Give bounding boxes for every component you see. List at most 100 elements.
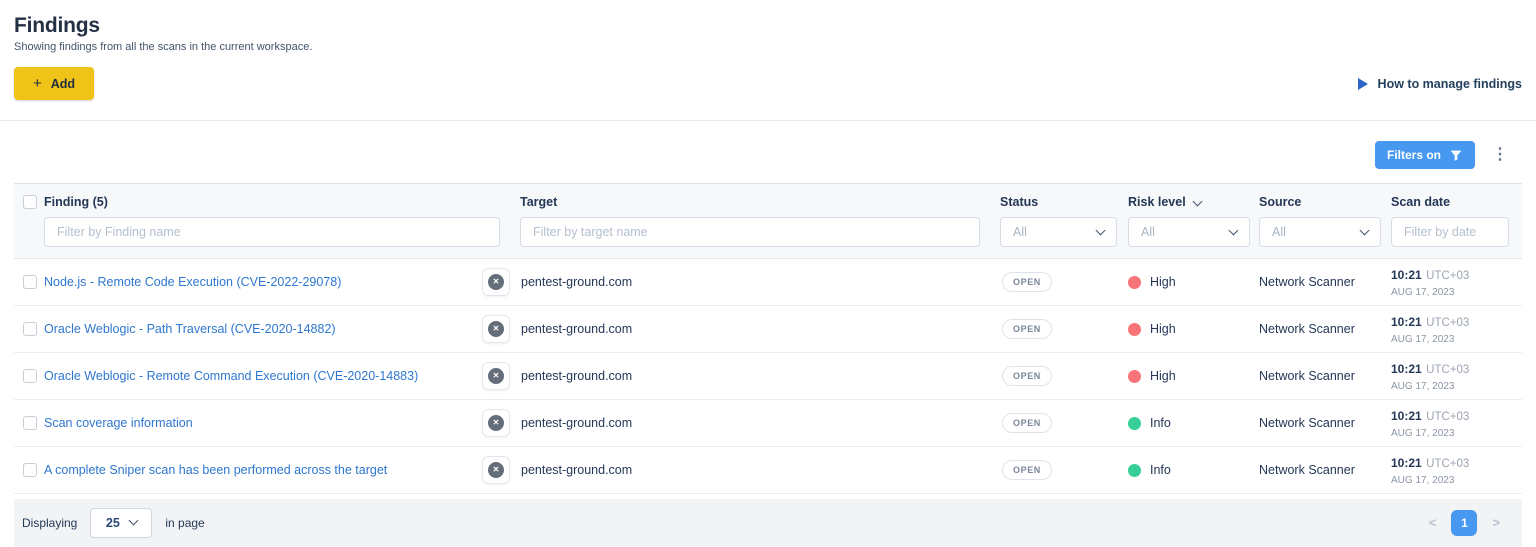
source-filter-value: All xyxy=(1272,225,1286,239)
kebab-menu-icon[interactable]: ⋮ xyxy=(1488,147,1512,163)
scan-date-cell: 10:21 UTC+03 AUG 17, 2023 xyxy=(1391,451,1522,489)
play-icon xyxy=(1358,78,1368,90)
target-name: pentest-ground.com xyxy=(521,416,632,430)
scan-timezone: UTC+03 xyxy=(1426,364,1469,376)
help-link[interactable]: How to manage findings xyxy=(1358,77,1522,91)
risk-dot xyxy=(1128,464,1141,477)
circle-x-icon: ✕ xyxy=(488,462,504,478)
finding-link[interactable]: Oracle Weblogic - Remote Command Executi… xyxy=(44,369,482,383)
status-badge: OPEN xyxy=(1002,319,1052,339)
scan-date-cell: 10:21 UTC+03 AUG 17, 2023 xyxy=(1391,404,1522,442)
target-cell: ✕ pentest-ground.com xyxy=(482,315,1000,343)
risk-cell: High xyxy=(1128,322,1259,336)
table-toolbar: Filters on ⋮ xyxy=(0,121,1536,183)
circle-x-icon: ✕ xyxy=(488,415,504,431)
filters-button-label: Filters on xyxy=(1387,148,1441,162)
chevron-down-icon xyxy=(1360,225,1370,235)
row-checkbox[interactable] xyxy=(23,416,37,430)
chevron-down-icon xyxy=(128,516,138,526)
page-size-control: Displaying 25 in page xyxy=(22,508,205,538)
risk-dot xyxy=(1128,417,1141,430)
filter-funnel-icon xyxy=(1449,149,1463,162)
page-size-select[interactable]: 25 xyxy=(90,508,152,538)
source-cell: Network Scanner xyxy=(1259,369,1391,383)
risk-filter-value: All xyxy=(1141,225,1155,239)
source-filter-select[interactable]: All xyxy=(1259,217,1381,247)
scan-timezone: UTC+03 xyxy=(1426,411,1469,423)
date-filter-input[interactable] xyxy=(1391,217,1509,247)
finding-link[interactable]: Scan coverage information xyxy=(44,416,482,430)
table-row: Scan coverage information ✕ pentest-grou… xyxy=(14,400,1522,447)
finding-link[interactable]: A complete Sniper scan has been performe… xyxy=(44,463,482,477)
scan-day: AUG 17, 2023 xyxy=(1391,333,1522,348)
target-name: pentest-ground.com xyxy=(521,463,632,477)
finding-link[interactable]: Oracle Weblogic - Path Traversal (CVE-20… xyxy=(44,322,482,336)
page-size-value: 25 xyxy=(106,516,120,530)
table-head: Finding (5) Target Status Risk level Sou… xyxy=(14,183,1522,259)
help-link-label: How to manage findings xyxy=(1378,77,1522,91)
table-footer: Displaying 25 in page < 1 > xyxy=(14,499,1522,546)
in-page-label: in page xyxy=(165,516,204,530)
status-filter-select[interactable]: All xyxy=(1000,217,1117,247)
page-number-button[interactable]: 1 xyxy=(1451,510,1477,536)
chevron-down-icon xyxy=(1229,225,1239,235)
scan-timezone: UTC+03 xyxy=(1426,270,1469,282)
risk-label: Info xyxy=(1150,416,1171,430)
finding-filter-input[interactable] xyxy=(44,217,500,247)
status-badge: OPEN xyxy=(1002,272,1052,292)
source-cell: Network Scanner xyxy=(1259,463,1391,477)
scan-day: AUG 17, 2023 xyxy=(1391,286,1522,301)
target-type-badge[interactable]: ✕ xyxy=(482,409,510,437)
target-cell: ✕ pentest-ground.com xyxy=(482,268,1000,296)
source-cell: Network Scanner xyxy=(1259,322,1391,336)
actions-row: + Add How to manage findings xyxy=(0,53,1536,120)
chevron-down-icon xyxy=(1096,225,1106,235)
target-type-badge[interactable]: ✕ xyxy=(482,268,510,296)
column-target: Target xyxy=(520,195,1000,209)
scan-timezone: UTC+03 xyxy=(1426,317,1469,329)
add-button-label: Add xyxy=(51,77,75,91)
status-badge: OPEN xyxy=(1002,366,1052,386)
risk-dot xyxy=(1128,276,1141,289)
findings-table: Finding (5) Target Status Risk level Sou… xyxy=(14,183,1522,494)
target-name: pentest-ground.com xyxy=(521,322,632,336)
row-checkbox[interactable] xyxy=(23,369,37,383)
target-filter-input[interactable] xyxy=(520,217,980,247)
source-cell: Network Scanner xyxy=(1259,275,1391,289)
filters-button[interactable]: Filters on xyxy=(1375,141,1475,169)
scan-time: 10:21 xyxy=(1391,456,1422,470)
scan-date-cell: 10:21 UTC+03 AUG 17, 2023 xyxy=(1391,310,1522,348)
scan-time: 10:21 xyxy=(1391,362,1422,376)
risk-label: Info xyxy=(1150,463,1171,477)
risk-dot xyxy=(1128,323,1141,336)
row-checkbox[interactable] xyxy=(23,275,37,289)
scan-time: 10:21 xyxy=(1391,268,1422,282)
page-title: Findings xyxy=(14,14,1522,38)
target-type-badge[interactable]: ✕ xyxy=(482,315,510,343)
column-finding: Finding (5) xyxy=(44,195,520,209)
finding-link[interactable]: Node.js - Remote Code Execution (CVE-202… xyxy=(44,275,482,289)
target-cell: ✕ pentest-ground.com xyxy=(482,362,1000,390)
row-checkbox[interactable] xyxy=(23,322,37,336)
risk-label: High xyxy=(1150,369,1176,383)
risk-filter-select[interactable]: All xyxy=(1128,217,1250,247)
table-row: Node.js - Remote Code Execution (CVE-202… xyxy=(14,259,1522,306)
column-risk-level[interactable]: Risk level xyxy=(1128,195,1259,209)
prev-page-icon[interactable]: < xyxy=(1429,515,1437,530)
table-body: Node.js - Remote Code Execution (CVE-202… xyxy=(14,259,1522,494)
select-all-checkbox[interactable] xyxy=(23,195,37,209)
risk-label: High xyxy=(1150,275,1176,289)
table-row: Oracle Weblogic - Path Traversal (CVE-20… xyxy=(14,306,1522,353)
row-checkbox[interactable] xyxy=(23,463,37,477)
add-button[interactable]: + Add xyxy=(14,67,94,100)
next-page-icon[interactable]: > xyxy=(1492,515,1500,530)
circle-x-icon: ✕ xyxy=(488,274,504,290)
target-type-badge[interactable]: ✕ xyxy=(482,362,510,390)
target-type-badge[interactable]: ✕ xyxy=(482,456,510,484)
scan-time: 10:21 xyxy=(1391,315,1422,329)
page-subtitle: Showing findings from all the scans in t… xyxy=(14,41,1522,53)
source-cell: Network Scanner xyxy=(1259,416,1391,430)
target-cell: ✕ pentest-ground.com xyxy=(482,409,1000,437)
chevron-down-icon xyxy=(1192,196,1202,206)
scan-date-cell: 10:21 UTC+03 AUG 17, 2023 xyxy=(1391,263,1522,301)
